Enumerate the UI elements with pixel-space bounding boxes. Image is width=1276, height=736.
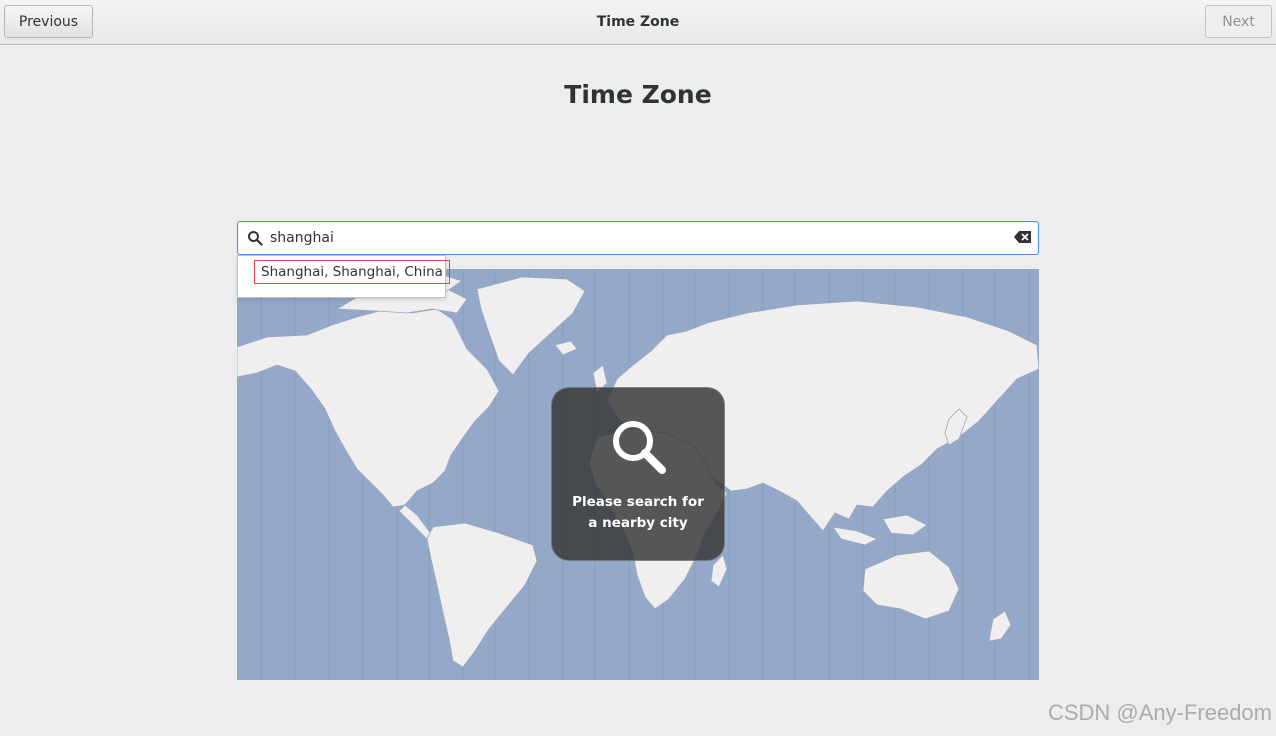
next-button[interactable]: Next [1205,5,1272,38]
search-prompt-line2: a nearby city [588,515,688,531]
search-prompt-text: Please search for a nearby city [552,492,724,534]
search-results-popup: Shanghai, Shanghai, China [237,255,450,298]
search-icon [248,231,263,246]
search-input-text[interactable]: shanghai [270,230,334,246]
search-input[interactable]: shanghai [237,221,1039,255]
search-prompt-overlay: Please search for a nearby city [551,387,725,561]
search-icon [613,421,666,474]
header-title: Time Zone [596,14,680,30]
page-title: Time Zone [564,80,712,109]
header-bar: Previous Time Zone Next [0,0,1276,45]
clear-text-icon[interactable] [1014,230,1032,244]
watermark: CSDN @Any-Freedom [1047,700,1272,725]
search-prompt-line1: Please search for [572,494,704,510]
search-result-item[interactable]: Shanghai, Shanghai, China [254,260,450,284]
